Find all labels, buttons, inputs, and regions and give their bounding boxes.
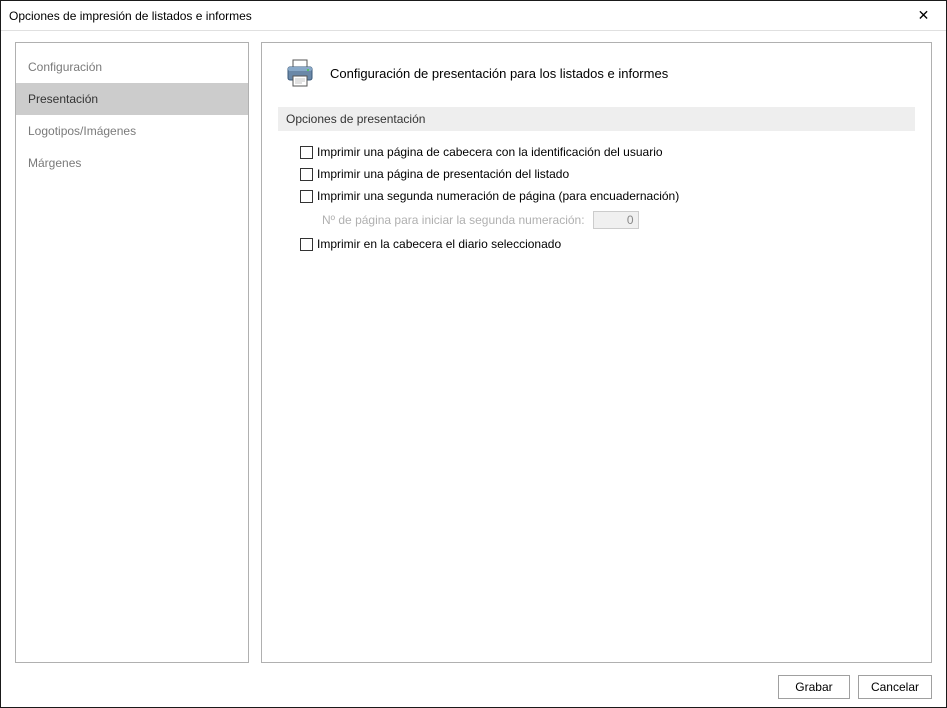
- printer-icon: [284, 57, 316, 89]
- close-icon: ✕: [918, 7, 930, 24]
- sidebar-item-configuracion[interactable]: Configuración: [16, 51, 248, 83]
- checkbox-presentation-page[interactable]: [300, 168, 313, 181]
- window-title: Opciones de impresión de listados e info…: [9, 9, 252, 23]
- sidebar-item-margenes[interactable]: Márgenes: [16, 147, 248, 179]
- option-print-cover-page: Imprimir una página de cabecera con la i…: [300, 145, 915, 159]
- checkbox-diary-header[interactable]: [300, 238, 313, 251]
- option-label: Imprimir una segunda numeración de págin…: [317, 189, 679, 203]
- checkbox-second-numbering[interactable]: [300, 190, 313, 203]
- start-page-input: [593, 211, 639, 229]
- panel-header: Configuración de presentación para los l…: [278, 57, 915, 89]
- sidebar-item-label: Márgenes: [28, 156, 81, 170]
- sidebar-item-logotipos[interactable]: Logotipos/Imágenes: [16, 115, 248, 147]
- sub-option-start-page: Nº de página para iniciar la segunda num…: [322, 211, 915, 229]
- option-print-diary-header: Imprimir en la cabecera el diario selecc…: [300, 237, 915, 251]
- option-label: Imprimir en la cabecera el diario selecc…: [317, 237, 561, 251]
- sub-option-label: Nº de página para iniciar la segunda num…: [322, 213, 585, 227]
- sidebar-item-label: Configuración: [28, 60, 102, 74]
- main-panels: Configuración Presentación Logotipos/Imá…: [15, 42, 932, 663]
- option-second-numbering: Imprimir una segunda numeración de págin…: [300, 189, 915, 203]
- checkbox-cover-page[interactable]: [300, 146, 313, 159]
- option-label: Imprimir una página de presentación del …: [317, 167, 569, 181]
- dialog-window: Opciones de impresión de listados e info…: [0, 0, 947, 708]
- content-area: Configuración Presentación Logotipos/Imá…: [1, 31, 946, 707]
- title-bar: Opciones de impresión de listados e info…: [1, 1, 946, 31]
- option-print-presentation-page: Imprimir una página de presentación del …: [300, 167, 915, 181]
- sidebar-item-label: Logotipos/Imágenes: [28, 124, 136, 138]
- option-label: Imprimir una página de cabecera con la i…: [317, 145, 663, 159]
- cancel-button[interactable]: Cancelar: [858, 675, 932, 699]
- section-header: Opciones de presentación: [278, 107, 915, 131]
- close-button[interactable]: ✕: [901, 1, 946, 30]
- panel-title: Configuración de presentación para los l…: [330, 66, 668, 81]
- save-button[interactable]: Grabar: [778, 675, 850, 699]
- main-panel: Configuración de presentación para los l…: [261, 42, 932, 663]
- options-list: Imprimir una página de cabecera con la i…: [278, 145, 915, 251]
- sidebar-item-label: Presentación: [28, 92, 98, 106]
- footer: Grabar Cancelar: [15, 663, 932, 699]
- sidebar-item-presentacion[interactable]: Presentación: [16, 83, 248, 115]
- sidebar: Configuración Presentación Logotipos/Imá…: [15, 42, 249, 663]
